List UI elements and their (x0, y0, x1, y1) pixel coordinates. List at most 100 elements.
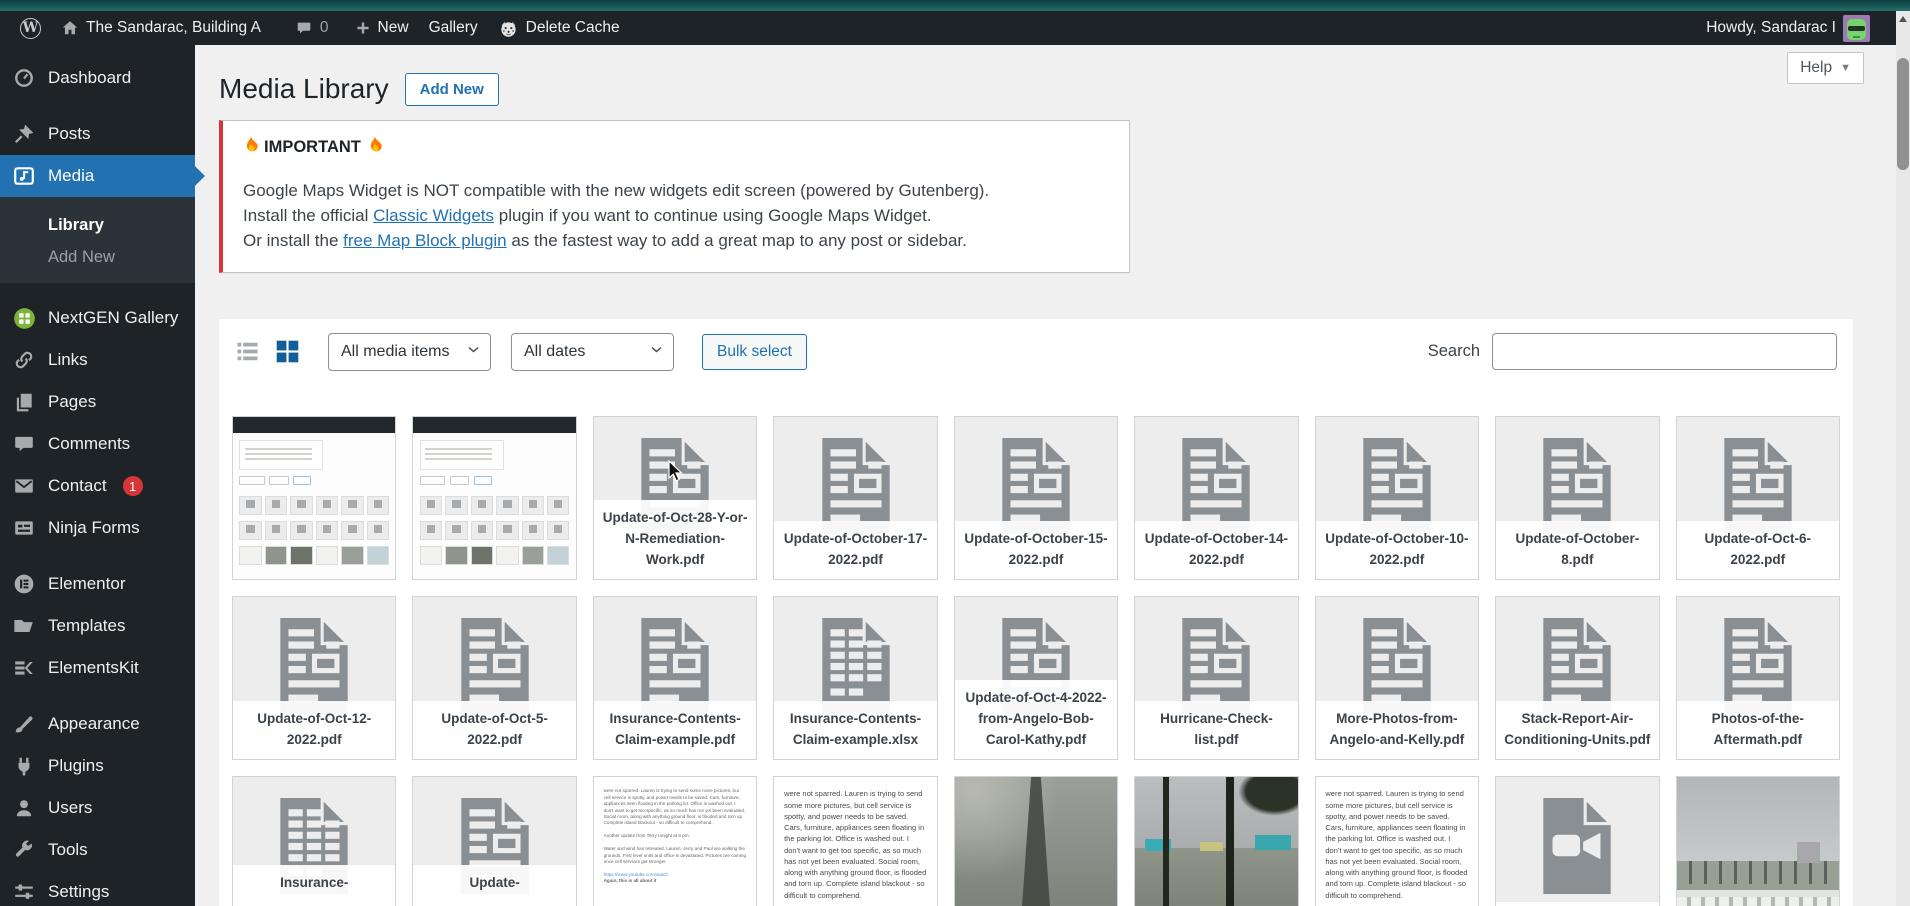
add-new-button[interactable]: Add New (405, 73, 499, 106)
notice-link[interactable]: Classic Widgets (373, 206, 494, 225)
media-item[interactable]: Update-of-Oct-12-2022.pdf (232, 596, 396, 760)
sidebar-item-appearance[interactable]: Appearance (0, 703, 195, 745)
comments-icon (12, 432, 36, 456)
sidebar-item-users[interactable]: Users (0, 787, 195, 829)
delete-cache-menu[interactable]: Delete Cache (488, 11, 630, 45)
media-item[interactable]: Insurance- (232, 776, 396, 906)
appearance-icon (12, 712, 36, 736)
sidebar-item-label: Dashboard (48, 68, 131, 88)
sidebar-item-dashboard[interactable]: Dashboard (0, 57, 195, 99)
media-item[interactable]: Update-of-October-14-2022.pdf (1134, 416, 1298, 580)
scrollbar-track[interactable] (1896, 11, 1910, 906)
scrollbar-thumb[interactable] (1897, 58, 1909, 170)
media-filename: Update-of-October-10-2022.pdf (1316, 521, 1478, 579)
sidebar-item-pages[interactable]: Pages (0, 381, 195, 423)
new-label: New (378, 19, 409, 37)
sidebar-item-nextgen-gallery[interactable]: NextGEN Gallery (0, 297, 195, 339)
links-icon (12, 348, 36, 372)
bulk-select-button[interactable]: Bulk select (702, 334, 807, 370)
scroll-up-arrow[interactable] (1899, 16, 1907, 22)
text-message-thumbnail: were not sparred. Lauren is trying to se… (774, 777, 936, 906)
flame-icon (367, 136, 382, 159)
media-item[interactable]: Update-of-October-15-2022.pdf (954, 416, 1118, 580)
media-item[interactable]: were not sparred. Lauren is trying to se… (773, 776, 937, 906)
sidebar-item-comments[interactable]: Comments (0, 423, 195, 465)
plus-icon (355, 20, 371, 36)
page-title: Media Library (219, 71, 389, 107)
wordpress-logo-menu[interactable]: W (10, 11, 51, 45)
media-item[interactable]: Update-of-October-17-2022.pdf (773, 416, 937, 580)
sidebar-item-elementor[interactable]: Elementor (0, 563, 195, 605)
media-grid: Update-of-Oct-28-Y-or-N-Remediation-Work… (232, 416, 1840, 906)
notice-text: Google Maps Widget is NOT compatible wit… (243, 179, 1109, 254)
media-type-filter[interactable]: All media items (328, 333, 491, 371)
media-item[interactable]: Update- (412, 776, 576, 906)
flood-photo (1135, 777, 1297, 906)
sidebar-item-label: Users (48, 798, 92, 818)
wordpress-admin-media-library: W The Sandarac, Building A 0 New Gallery (0, 0, 1910, 906)
sidebar-item-contact[interactable]: Contact1 (0, 465, 195, 507)
media-filename: Update-of-October-8.pdf (1496, 521, 1658, 579)
sidebar-item-label: ElementsKit (48, 658, 139, 678)
site-name-menu[interactable]: The Sandarac, Building A (51, 11, 271, 45)
media-item[interactable]: were not sparred. Lauren is trying to se… (1315, 776, 1479, 906)
sidebar-item-label: Comments (48, 434, 130, 454)
sidebar-item-plugins[interactable]: Plugins (0, 745, 195, 787)
media-filename: Update-of-October-17-2022.pdf (774, 521, 936, 579)
sidebar-item-media[interactable]: Media (0, 155, 195, 197)
media-item[interactable] (1676, 776, 1840, 906)
main-content: Help ▼ Media Library Add New IMPORTANT G… (195, 45, 1910, 906)
media-item[interactable]: Update-of-Oct-6-2022.pdf (1676, 416, 1840, 580)
media-item[interactable]: Update-of-Oct-5-2022.pdf (412, 596, 576, 760)
media-item[interactable]: Stack-Report-Air-Conditioning-Units.pdf (1495, 596, 1659, 760)
media-filename: Update-of-Oct-6-2022.pdf (1677, 521, 1839, 579)
sidebar-item-elementskit[interactable]: ElementsKit (0, 647, 195, 689)
date-filter-value: All dates (524, 343, 585, 361)
notice-box: IMPORTANT Google Maps Widget is NOT comp… (219, 120, 1130, 273)
sidebar-item-links[interactable]: Links (0, 339, 195, 381)
media-filename: Update-of-Oct-4-2022-from-Angelo-Bob-Car… (955, 680, 1117, 759)
notice-link[interactable]: free Map Block plugin (343, 231, 506, 250)
grid-view-button[interactable] (272, 337, 302, 367)
media-filename: Insurance-Contents-Claim-example.xlsx (774, 701, 936, 759)
sidebar-item-templates[interactable]: Templates (0, 605, 195, 647)
media-item[interactable]: Insurance-Contents-Claim-example.pdf (593, 596, 757, 760)
submenu-item-add-new[interactable]: Add New (0, 241, 195, 273)
unread-badge: 1 (123, 476, 143, 496)
date-filter[interactable]: All dates (511, 333, 674, 371)
sidebar-item-posts[interactable]: Posts (0, 113, 195, 155)
media-item[interactable]: Update-of-October-10-2022.pdf (1315, 416, 1479, 580)
media-item[interactable]: Update-of-Oct-28-Y-or-N-Remediation-Work… (593, 416, 757, 580)
media-item[interactable]: Insurance-Contents-Claim-example.xlsx (773, 596, 937, 760)
help-dropdown[interactable]: Help ▼ (1787, 52, 1864, 84)
new-menu[interactable]: New (345, 11, 419, 45)
sidebar-item-settings[interactable]: Settings (0, 871, 195, 906)
media-item[interactable]: More-Photos-from-Angelo-and-Kelly.pdf (1315, 596, 1479, 760)
media-item[interactable]: Photos-of-the-Aftermath.pdf (1676, 596, 1840, 760)
submenu-item-library[interactable]: Library (0, 209, 195, 241)
media-item[interactable]: were not sparred. Lauren is trying to se… (593, 776, 757, 906)
media-item[interactable] (1495, 776, 1659, 906)
search-input[interactable] (1492, 333, 1837, 370)
my-account-menu[interactable]: Howdy, Sandarac I (1696, 15, 1880, 42)
video-icon (1496, 797, 1658, 895)
pin-icon (12, 122, 36, 146)
wordpress-logo-icon: W (20, 18, 41, 39)
media-item[interactable] (954, 776, 1118, 906)
comments-menu[interactable]: 0 (285, 11, 339, 45)
media-item[interactable]: Update-of-October-8.pdf (1495, 416, 1659, 580)
gallery-menu[interactable]: Gallery (419, 11, 488, 45)
media-item[interactable] (232, 416, 396, 580)
media-item[interactable]: Update-of-Oct-4-2022-from-Angelo-Bob-Car… (954, 596, 1118, 760)
menu-separator (0, 549, 195, 563)
delete-cache-label: Delete Cache (526, 19, 620, 37)
sidebar-item-ninja-forms[interactable]: Ninja Forms (0, 507, 195, 549)
media-item[interactable] (1134, 776, 1298, 906)
media-filename: Update-of-October-15-2022.pdf (955, 521, 1117, 579)
list-view-button[interactable] (232, 337, 262, 367)
media-item[interactable]: Hurricane-Check-list.pdf (1134, 596, 1298, 760)
sidebar-item-tools[interactable]: Tools (0, 829, 195, 871)
media-filename: Update-of-Oct-12-2022.pdf (233, 701, 395, 759)
media-item[interactable] (412, 416, 576, 580)
sidebar-item-label: Pages (48, 392, 96, 412)
